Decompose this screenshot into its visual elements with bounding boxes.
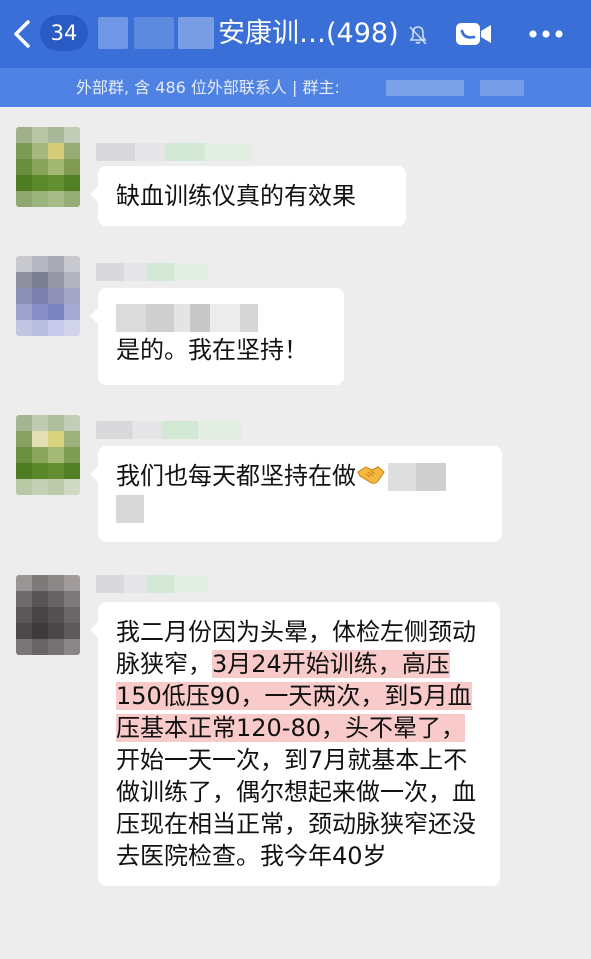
sender-name-redacted bbox=[96, 421, 242, 439]
message-text: 是的。我在坚持！ bbox=[116, 336, 308, 364]
chat-header: 34 安康训…(498) bbox=[0, 0, 591, 68]
message-text: 我们也每天都坚持在做 bbox=[116, 462, 356, 490]
redacted-text bbox=[416, 463, 446, 491]
video-camera-icon bbox=[456, 23, 491, 45]
sender-name-redacted bbox=[96, 263, 208, 281]
message-text-part: 开始一天一次，到7月就基本上不做训练了，偶尔想起来做一次，血压现在相当正常，颈动… bbox=[116, 746, 476, 870]
redacted-quote bbox=[116, 302, 326, 334]
mute-bell-icon bbox=[409, 26, 427, 45]
message-text: 缺血训练仪真的有效果 bbox=[116, 182, 356, 210]
message-bubble[interactable]: 缺血训练仪真的有效果 bbox=[90, 166, 406, 226]
unread-count-badge[interactable]: 34 bbox=[40, 15, 88, 51]
redacted-title-part bbox=[134, 17, 174, 49]
chevron-left-icon bbox=[14, 20, 30, 48]
redacted-text bbox=[116, 495, 144, 523]
video-call-button[interactable] bbox=[454, 19, 494, 49]
more-dots-icon bbox=[529, 30, 563, 38]
sender-name-redacted bbox=[96, 143, 252, 161]
sender-name-redacted bbox=[96, 575, 208, 593]
avatar[interactable] bbox=[16, 256, 80, 336]
group-info-bar[interactable]: 外部群, 含 486 位外部联系人 | 群主: bbox=[0, 68, 591, 107]
redacted-owner-name bbox=[480, 80, 524, 96]
handshake-emoji-icon bbox=[357, 466, 385, 484]
avatar[interactable] bbox=[16, 415, 80, 495]
avatar[interactable] bbox=[16, 127, 80, 207]
group-info-text: 外部群, 含 486 位外部联系人 | 群主: bbox=[76, 78, 340, 97]
message-bubble[interactable]: 是的。我在坚持！ bbox=[90, 288, 344, 385]
more-options-button[interactable] bbox=[526, 22, 566, 46]
redacted-owner-name bbox=[386, 80, 464, 96]
redacted-title-part bbox=[98, 17, 128, 49]
redacted-text bbox=[388, 463, 416, 491]
avatar[interactable] bbox=[16, 575, 80, 655]
message-bubble[interactable]: 我们也每天都坚持在做 bbox=[90, 446, 502, 542]
back-button[interactable] bbox=[8, 16, 36, 52]
chat-title[interactable]: 安康训…(498) bbox=[218, 15, 399, 53]
message-bubble[interactable]: 我二月份因为头晕，体检左侧颈动脉狭窄，3月24开始训练，高压150低压90，一天… bbox=[90, 602, 500, 886]
redacted-title-part bbox=[178, 17, 214, 49]
